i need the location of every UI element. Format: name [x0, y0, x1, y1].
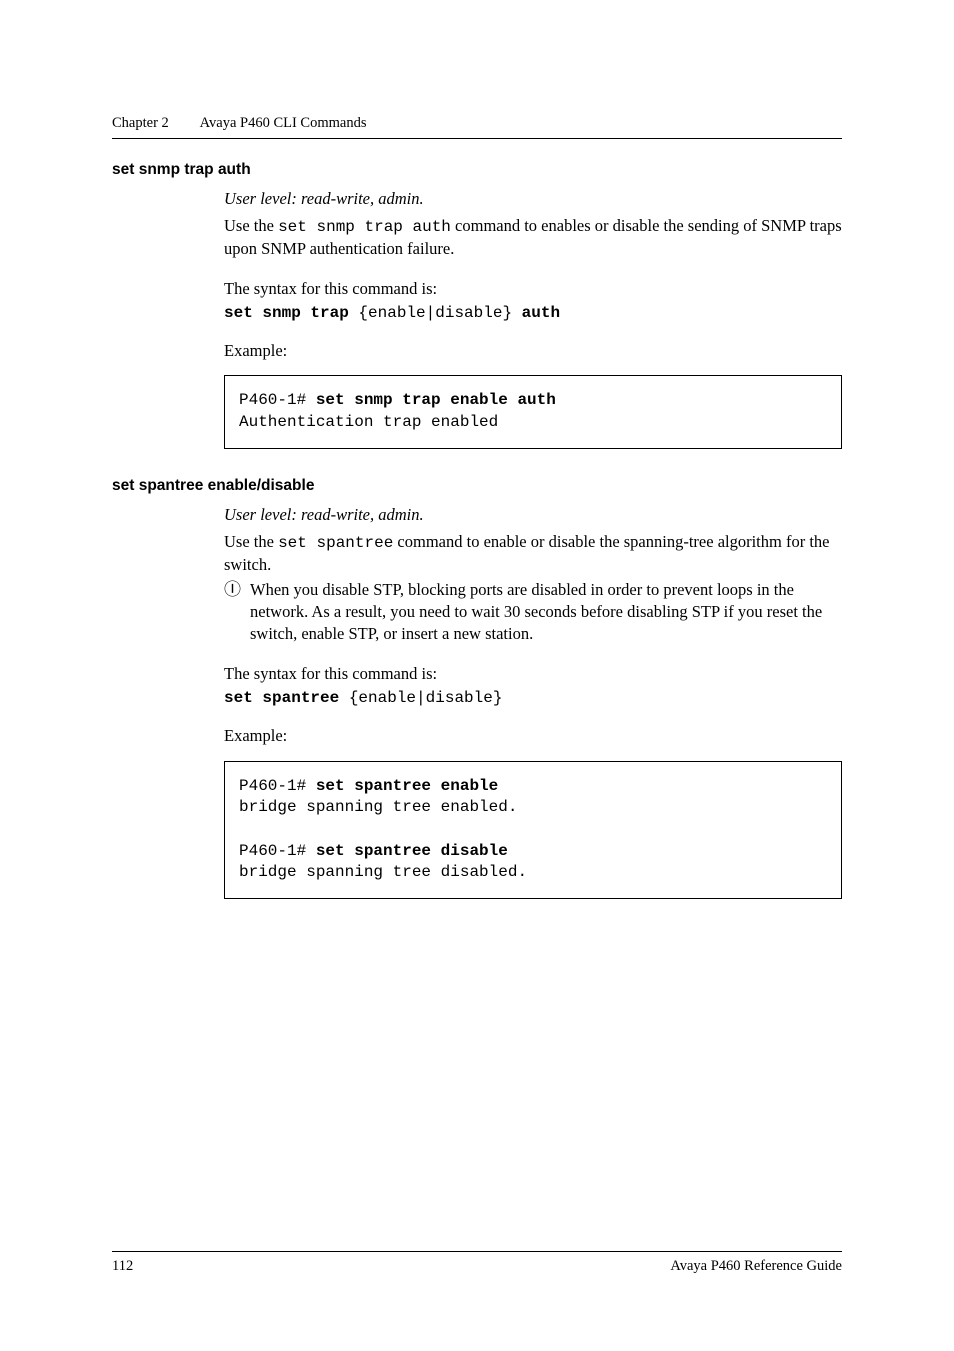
syntax-intro: The syntax for this command is: [224, 278, 842, 300]
syntax-intro: The syntax for this command is: [224, 663, 842, 685]
example-label: Example: [224, 340, 842, 362]
example-command: set spantree enable [316, 777, 498, 795]
syntax-text: {enable|disable} [339, 689, 502, 707]
inline-command: set snmp trap auth [278, 218, 451, 236]
page-number: 112 [112, 1258, 133, 1275]
page: Chapter 2 Avaya P460 CLI Commands set sn… [0, 0, 954, 1351]
syntax-bold: set snmp trap [224, 304, 349, 322]
section-body-snmp: User level: read-write, admin. Use the s… [224, 189, 842, 449]
footer-row: 112 Avaya P460 Reference Guide [112, 1258, 842, 1275]
chapter-label: Chapter 2 [112, 115, 169, 131]
example-label: Example: [224, 725, 842, 747]
example-command: set spantree disable [316, 842, 508, 860]
note-row: Ⓘ When you disable STP, blocking ports a… [224, 579, 842, 645]
chapter-title: Avaya P460 CLI Commands [200, 115, 367, 131]
user-level-note: User level: read-write, admin. [224, 189, 842, 209]
syntax-line: set snmp trap {enable|disable} auth [224, 304, 842, 322]
example-command: set snmp trap enable auth [316, 391, 556, 409]
guide-title: Avaya P460 Reference Guide [670, 1258, 842, 1275]
example-output: bridge spanning tree enabled. [239, 798, 517, 816]
section-heading-snmp-trap-auth: set snmp trap auth [112, 161, 842, 179]
syntax-line: set spantree {enable|disable} [224, 689, 842, 707]
example-box: P460-1# set spantree enable bridge spann… [224, 761, 842, 899]
example-box: P460-1# set snmp trap enable auth Authen… [224, 375, 842, 448]
syntax-text: {enable|disable} [349, 304, 522, 322]
text: Use the [224, 216, 278, 235]
text: Use the [224, 532, 278, 551]
prompt: P460-1# [239, 777, 316, 795]
paragraph: Use the set snmp trap auth command to en… [224, 215, 842, 260]
example-output: bridge spanning tree disabled. [239, 863, 527, 881]
paragraph: Use the set spantree command to enable o… [224, 531, 842, 576]
user-level-note: User level: read-write, admin. [224, 505, 842, 525]
info-icon: Ⓘ [224, 579, 250, 601]
prompt: P460-1# [239, 391, 316, 409]
inline-command: set spantree [278, 534, 393, 552]
note-text: When you disable STP, blocking ports are… [250, 579, 842, 645]
example-output: Authentication trap enabled [239, 413, 498, 431]
prompt: P460-1# [239, 842, 316, 860]
syntax-bold: auth [522, 304, 560, 322]
header-rule [112, 138, 842, 139]
footer: 112 Avaya P460 Reference Guide [112, 1251, 842, 1275]
footer-rule [112, 1251, 842, 1252]
section-body-spantree: User level: read-write, admin. Use the s… [224, 505, 842, 899]
syntax-bold: set spantree [224, 689, 339, 707]
section-heading-spantree: set spantree enable/disable [112, 477, 842, 495]
running-header: Chapter 2 Avaya P460 CLI Commands [112, 115, 842, 132]
